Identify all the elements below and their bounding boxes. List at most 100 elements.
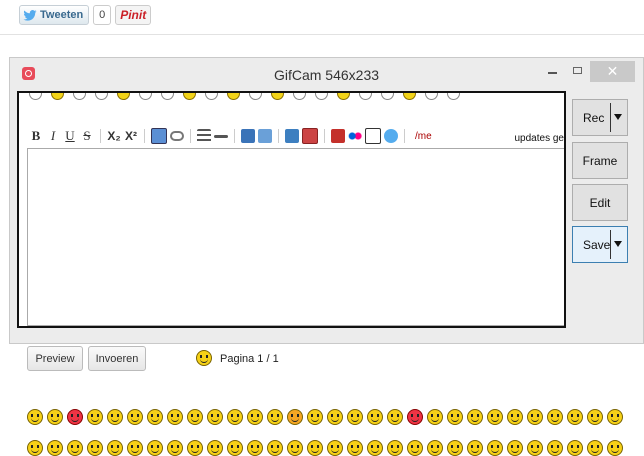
emoticon-icon[interactable] [387, 409, 403, 425]
emoticon-icon[interactable] [67, 409, 83, 425]
emoticon-icon[interactable] [167, 440, 183, 456]
emoticon-icon[interactable] [47, 409, 63, 425]
emoticon-icon[interactable] [127, 440, 143, 456]
preview-button[interactable]: Preview [27, 346, 83, 371]
emoticon-icon[interactable] [307, 440, 323, 456]
toolbar-separator [100, 129, 101, 143]
emoticon-icon[interactable] [27, 409, 43, 425]
smiley-icon[interactable] [196, 350, 212, 366]
emoticon-icon[interactable] [327, 409, 343, 425]
embed-icon[interactable] [365, 128, 381, 144]
invoeren-button[interactable]: Invoeren [88, 346, 146, 371]
youtube-icon[interactable] [331, 129, 345, 143]
rec-dropdown-icon[interactable] [610, 103, 623, 132]
emoticon-icon[interactable] [287, 409, 303, 425]
superscript-button[interactable]: X² [124, 128, 138, 144]
save-dropdown-icon[interactable] [610, 230, 623, 259]
emoticon-icon[interactable] [427, 440, 443, 456]
emoticon-icon[interactable] [427, 409, 443, 425]
horizontal-rule-icon[interactable] [214, 134, 228, 138]
twitter-icon[interactable] [384, 129, 398, 143]
emoticon-icon[interactable] [167, 409, 183, 425]
bullet-list-icon[interactable] [197, 129, 211, 143]
emoticon-icon[interactable] [407, 409, 423, 425]
italic-button[interactable]: I [46, 128, 60, 144]
subscript-button[interactable]: X₂ [107, 128, 121, 144]
emoticon-icon[interactable] [547, 409, 563, 425]
unlink-icon[interactable] [258, 129, 272, 143]
image-icon[interactable] [151, 128, 167, 144]
me-button[interactable]: /me [415, 131, 432, 142]
emoticon-icon[interactable] [547, 440, 563, 456]
maximize-icon[interactable] [573, 67, 582, 74]
emoticon-icon[interactable] [247, 409, 263, 425]
emoticon-icon[interactable] [407, 440, 423, 456]
strikethrough-button[interactable]: S [80, 128, 94, 144]
link-icon[interactable] [170, 131, 184, 141]
emoticon-icon[interactable] [467, 409, 483, 425]
emoticon-icon[interactable] [287, 440, 303, 456]
emoticon-icon[interactable] [127, 409, 143, 425]
emoticon-icon[interactable] [307, 409, 323, 425]
title-bar[interactable]: GifCam 546x233 ✕ [10, 58, 643, 90]
edit-button[interactable]: Edit [572, 184, 628, 221]
emoticon-icon[interactable] [567, 409, 583, 425]
emoticon-icon[interactable] [267, 409, 283, 425]
emoticon-icon [381, 93, 394, 100]
emoticon-icon[interactable] [247, 440, 263, 456]
emoticon-icon[interactable] [107, 440, 123, 456]
help-icon[interactable] [302, 128, 318, 144]
emoticon-icon[interactable] [27, 440, 43, 456]
emoticon-icon[interactable] [607, 409, 623, 425]
close-button[interactable]: ✕ [590, 61, 635, 82]
emoticon-icon[interactable] [487, 409, 503, 425]
emoticon-icon[interactable] [607, 440, 623, 456]
emoticon-icon[interactable] [107, 409, 123, 425]
underline-button[interactable]: U [63, 128, 77, 144]
emoticon-icon[interactable] [387, 440, 403, 456]
emoticon-icon[interactable] [147, 409, 163, 425]
emoticon-icon[interactable] [527, 409, 543, 425]
pinit-button[interactable]: Pinit [115, 5, 152, 25]
emoticon-icon[interactable] [467, 440, 483, 456]
tweet-count: 0 [93, 5, 112, 25]
emoticon-icon [161, 93, 174, 100]
tweet-button[interactable]: Tweeten [19, 5, 90, 25]
emoticon-icon[interactable] [47, 440, 63, 456]
emoticon-icon[interactable] [447, 409, 463, 425]
minimize-icon[interactable] [548, 72, 557, 74]
emoticon-icon[interactable] [587, 409, 603, 425]
emoticon-icon[interactable] [347, 440, 363, 456]
emoticon-icon[interactable] [87, 409, 103, 425]
emoticon-icon[interactable] [87, 440, 103, 456]
save-button[interactable]: Save [572, 226, 628, 263]
bold-button[interactable]: B [29, 128, 43, 144]
emoticon-icon[interactable] [147, 440, 163, 456]
emoticon-icon[interactable] [347, 409, 363, 425]
emoticon-icon[interactable] [367, 409, 383, 425]
emoticon-icon[interactable] [187, 440, 203, 456]
emoticon-icon[interactable] [207, 409, 223, 425]
emoticon-icon[interactable] [447, 440, 463, 456]
frame-button[interactable]: Frame [572, 142, 628, 179]
emoticon-icon[interactable] [507, 440, 523, 456]
emoticon-icon[interactable] [587, 440, 603, 456]
message-textarea[interactable] [27, 148, 564, 326]
flickr-icon[interactable] [348, 129, 362, 143]
emoticon-icon[interactable] [507, 409, 523, 425]
emoticon-icon[interactable] [527, 440, 543, 456]
rec-button[interactable]: Rec [572, 99, 628, 136]
emoticon-icon[interactable] [327, 440, 343, 456]
emoticon-icon[interactable] [227, 409, 243, 425]
emoticon-icon[interactable] [267, 440, 283, 456]
emoticon-icon[interactable] [187, 409, 203, 425]
window-title: GifCam 546x233 [273, 67, 380, 83]
emoticon-icon[interactable] [227, 440, 243, 456]
quote-icon[interactable] [285, 129, 299, 143]
emoticon-icon[interactable] [567, 440, 583, 456]
user-icon[interactable] [241, 129, 255, 143]
emoticon-icon[interactable] [207, 440, 223, 456]
emoticon-icon[interactable] [367, 440, 383, 456]
emoticon-icon[interactable] [67, 440, 83, 456]
emoticon-icon[interactable] [487, 440, 503, 456]
